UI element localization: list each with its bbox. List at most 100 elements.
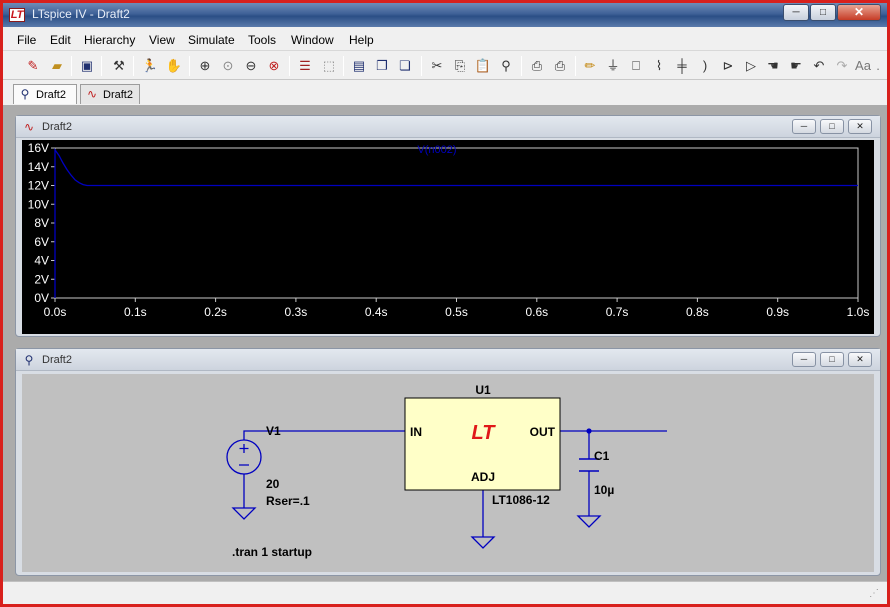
v1-rser-label[interactable]: Rser=.1 (266, 494, 310, 508)
resistor-icon[interactable]: ⌇ (649, 56, 669, 76)
waveform-icon: ∿ (86, 87, 98, 101)
u1-pin-in-label: IN (410, 425, 422, 439)
find-icon[interactable]: ⚲ (496, 56, 516, 76)
spice-directive-text[interactable]: .tran 1 startup (232, 545, 312, 559)
menu-help[interactable]: Help (349, 33, 374, 47)
print-setup-icon[interactable]: ⎙ (527, 56, 547, 76)
diode-icon[interactable]: ⊳ (718, 56, 738, 76)
y-tick-label: 6V (34, 235, 49, 249)
u1-pin-adj-label: ADJ (471, 470, 495, 484)
cut-icon[interactable]: ✂ (427, 56, 447, 76)
zoom-in-icon[interactable]: ⊕ (195, 56, 215, 76)
schematic-minimize-button[interactable]: ─ (792, 352, 816, 367)
print-icon[interactable]: ⎙ (550, 56, 570, 76)
y-tick-label: 14V (28, 160, 49, 174)
x-tick-label: 0.5s (445, 305, 468, 319)
zoom-cancel-icon[interactable]: ⊗ (264, 56, 284, 76)
run-icon[interactable]: 🏃 (140, 56, 160, 76)
menu-simulate[interactable]: Simulate (188, 33, 235, 47)
component-icon[interactable]: ▷ (741, 56, 761, 76)
ground-icon[interactable]: ⏚ (603, 56, 623, 76)
copy-icon[interactable]: ⎘ (450, 56, 470, 76)
menu-bar: File Edit Hierarchy View Simulate Tools … (3, 29, 887, 51)
close-windows-icon[interactable]: ❏ (395, 56, 415, 76)
c1-name-label[interactable]: C1 (594, 449, 610, 463)
waveform-icon: ∿ (23, 120, 35, 134)
spice-directive-icon[interactable]: . (871, 56, 885, 76)
linear-technology-logo: LT (472, 422, 497, 444)
wire-icon[interactable]: ✏ (580, 56, 600, 76)
document-tabs: ⚲ Draft2 ∿ Draft2 (3, 81, 887, 105)
zoom-out-icon[interactable]: ⊖ (241, 56, 261, 76)
mark-unreferenced-icon[interactable]: ⬚ (319, 56, 339, 76)
waveform-plot[interactable]: 0.0s 0.1s 0.2s 0.3s 0.4s 0.5s 0.6s 0.7s 0.8s 0.9s… (22, 140, 874, 334)
waveform-minimize-button[interactable]: ─ (792, 119, 816, 134)
window-title: LTspice IV - Draft2 (32, 7, 130, 21)
open-icon[interactable]: ▰ (47, 56, 67, 76)
mdi-workspace: ∿ Draft2 ─ □ ✕ 0.0s 0.1s 0.2s 0.3s 0.4s 0.5s 0… (3, 105, 887, 581)
x-tick-label: 0.7s (606, 305, 629, 319)
u1-pin-out-label: OUT (530, 425, 556, 439)
v1-value-label[interactable]: 20 (266, 477, 280, 491)
trace-label-v-n002[interactable]: V(n002) (417, 144, 456, 156)
x-tick-label: 0.1s (124, 305, 147, 319)
menu-edit[interactable]: Edit (50, 33, 71, 47)
menu-hierarchy[interactable]: Hierarchy (84, 33, 135, 47)
x-tick-label: 0.3s (285, 305, 308, 319)
drag-icon[interactable]: ☛ (786, 56, 806, 76)
new-schematic-icon[interactable]: ✎ (23, 56, 43, 76)
minimize-button[interactable]: ─ (783, 4, 809, 21)
x-tick-label: 0.8s (686, 305, 709, 319)
ltspice-app-icon[interactable]: LT (9, 8, 25, 22)
tab-schematic-draft2[interactable]: ⚲ Draft2 (13, 84, 77, 104)
autorange-icon[interactable]: ☰ (295, 56, 315, 76)
control-panel-icon[interactable]: ⚒ (109, 56, 129, 76)
x-tick-label: 1.0s (847, 305, 870, 319)
tile-horizontal-icon[interactable]: ▤ (349, 56, 369, 76)
u1-part-label[interactable]: LT1086-12 (492, 493, 550, 507)
resize-grip-icon[interactable]: ⋰ (869, 588, 881, 600)
schematic-window-title: Draft2 (42, 354, 72, 366)
y-tick-label: 4V (34, 254, 49, 268)
waveform-window[interactable]: ∿ Draft2 ─ □ ✕ 0.0s 0.1s 0.2s 0.3s 0.4s 0.5s 0… (15, 115, 881, 337)
v1-name-label[interactable]: V1 (266, 424, 281, 438)
status-bar: ⋰ (3, 581, 887, 604)
halt-icon[interactable]: ✋ (164, 56, 184, 76)
waveform-window-titlebar[interactable]: ∿ Draft2 ─ □ ✕ (16, 116, 880, 138)
maximize-button[interactable]: □ (810, 4, 836, 21)
schematic-window[interactable]: ⚲ Draft2 ─ □ ✕ LT U1 IN OUT ADJ LT1086-1… (15, 348, 881, 576)
menu-file[interactable]: File (17, 33, 36, 47)
label-icon[interactable]: ⎕ (626, 56, 646, 76)
schematic-window-titlebar[interactable]: ⚲ Draft2 ─ □ ✕ (16, 349, 880, 371)
inductor-icon[interactable]: ) (695, 56, 715, 76)
u1-name-label[interactable]: U1 (475, 383, 491, 397)
save-icon[interactable]: ▣ (77, 56, 97, 76)
move-icon[interactable]: ☚ (763, 56, 783, 76)
app-window: LT LTspice IV - Draft2 ─ □ ✕ File Edit H… (0, 0, 890, 607)
menu-view[interactable]: View (149, 33, 175, 47)
menu-tools[interactable]: Tools (248, 33, 276, 47)
tab-waveform-draft2[interactable]: ∿ Draft2 (80, 84, 140, 104)
junction-dot (586, 428, 592, 434)
paste-icon[interactable]: 📋 (473, 56, 493, 76)
title-bar[interactable]: LT LTspice IV - Draft2 ─ □ ✕ (3, 3, 887, 27)
undo-icon[interactable]: ↶ (809, 56, 829, 76)
schematic-icon: ⚲ (24, 353, 34, 367)
y-tick-label: 12V (28, 179, 49, 193)
schematic-close-button[interactable]: ✕ (848, 352, 872, 367)
schematic-maximize-button[interactable]: □ (820, 352, 844, 367)
close-button[interactable]: ✕ (837, 4, 881, 21)
capacitor-icon[interactable]: ╪ (672, 56, 692, 76)
waveform-window-title: Draft2 (42, 121, 72, 133)
zoom-full-icon[interactable]: ⊙ (218, 56, 238, 76)
schematic-canvas[interactable]: LT U1 IN OUT ADJ LT1086-12 V1 20 Rser=.1… (22, 374, 874, 572)
text-icon[interactable]: Aa (853, 56, 873, 76)
c1-value-label[interactable]: 10µ (594, 483, 614, 497)
menu-window[interactable]: Window (291, 33, 334, 47)
y-tick-label: 2V (34, 272, 49, 286)
waveform-maximize-button[interactable]: □ (820, 119, 844, 134)
x-tick-label: 0.9s (766, 305, 789, 319)
redo-icon[interactable]: ↷ (832, 56, 852, 76)
waveform-close-button[interactable]: ✕ (848, 119, 872, 134)
cascade-icon[interactable]: ❐ (372, 56, 392, 76)
